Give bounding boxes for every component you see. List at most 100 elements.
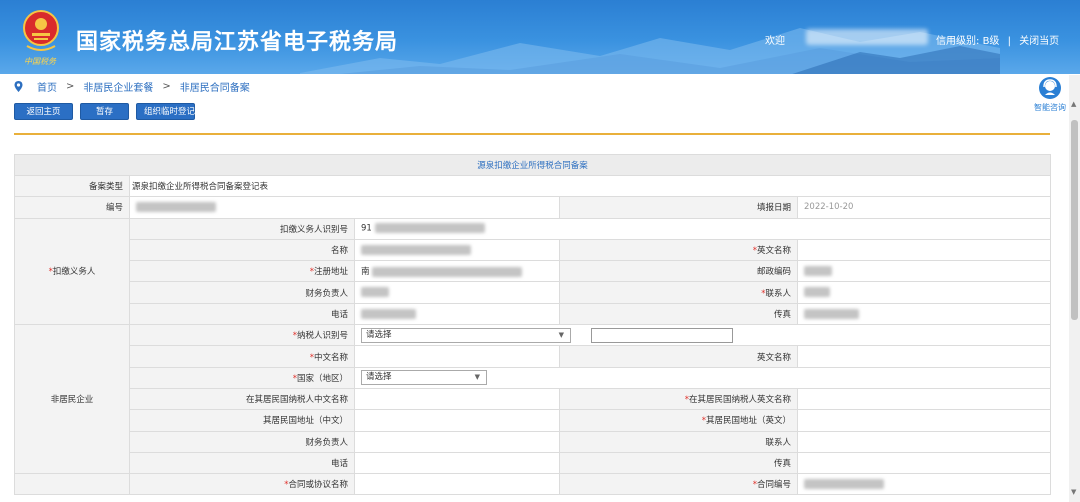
breadcrumb-separator: > bbox=[162, 81, 171, 92]
fill-date-value: 2022-10-20 bbox=[797, 196, 1051, 219]
scroll-up-arrow-icon[interactable]: ▲ bbox=[1071, 100, 1076, 108]
gold-divider bbox=[14, 133, 1050, 135]
home-cn-address-label: 其居民国地址（中文） bbox=[129, 409, 355, 432]
record-type-label: 备案类型 bbox=[14, 174, 130, 198]
nonresident-contact-value[interactable] bbox=[797, 430, 1051, 453]
nonresident-chinese-name-value[interactable] bbox=[354, 345, 560, 368]
withholder-contact-value bbox=[797, 281, 1051, 304]
withholder-name-redacted bbox=[361, 244, 471, 255]
chevron-down-icon: ▼ bbox=[558, 330, 564, 339]
nonresident-fax-value[interactable] bbox=[797, 451, 1051, 475]
withholder-phone-value bbox=[354, 302, 560, 326]
close-page-link[interactable]: 关闭当页 bbox=[1019, 36, 1059, 47]
withholder-reg-address-prefix: 南 bbox=[361, 267, 370, 278]
nonresident-contact-label: 联系人 bbox=[559, 430, 798, 453]
withholder-english-name-value bbox=[797, 238, 1051, 262]
breadcrumb-nonresident-package[interactable]: 非居民企业套餐 bbox=[83, 79, 153, 94]
withholder-postcode-value bbox=[797, 260, 1051, 283]
home-en-name-value[interactable] bbox=[797, 387, 1051, 411]
home-cn-address-value[interactable] bbox=[354, 409, 560, 432]
credit-label: 信用级别: bbox=[936, 36, 980, 47]
nonresident-fax-label: 传真 bbox=[559, 451, 798, 475]
nonresident-taxpayer-id-cell: 请选择 ▼ bbox=[354, 324, 1051, 347]
nonresident-taxpayer-id-label: *纳税人识别号 bbox=[129, 324, 355, 347]
form-title: 源泉扣缴企业所得税合同备案 bbox=[14, 154, 1051, 176]
contract-number-redacted bbox=[804, 479, 884, 490]
withholder-finance-head-label: 财务负责人 bbox=[129, 281, 355, 304]
smart-consult-label: 智能咨询 bbox=[1034, 103, 1066, 112]
withholder-name-label: 名称 bbox=[129, 238, 355, 262]
home-en-address-label: *其居民国地址（英文） bbox=[559, 409, 798, 432]
contract-spacer bbox=[14, 473, 130, 496]
nonresident-phone-value[interactable] bbox=[354, 451, 560, 475]
withholder-reg-address-value: 南 bbox=[354, 260, 560, 283]
number-redacted bbox=[136, 202, 216, 213]
withholder-finance-head-redacted bbox=[361, 287, 389, 298]
toolbar: 返回主页 暂存 组织临时登记 bbox=[14, 103, 195, 120]
withholder-fax-redacted bbox=[804, 308, 859, 319]
nonresident-finance-head-value[interactable] bbox=[354, 430, 560, 453]
contract-name-value[interactable] bbox=[354, 473, 560, 496]
chevron-down-icon: ▼ bbox=[474, 373, 480, 382]
tax-emblem-icon bbox=[23, 10, 59, 51]
breadcrumb: 首页 > 非居民企业套餐 > 非居民合同备案 bbox=[14, 79, 250, 94]
withholder-postcode-redacted bbox=[804, 266, 832, 277]
nonresident-section-label: 非居民企业 bbox=[14, 324, 130, 475]
scroll-down-arrow-icon[interactable]: ▼ bbox=[1071, 488, 1076, 496]
smart-consult-button[interactable]: 智能咨询 bbox=[1030, 75, 1070, 121]
nonresident-finance-head-label: 财务负责人 bbox=[129, 430, 355, 453]
nonresident-country-label: *国家（地区） bbox=[129, 366, 355, 389]
home-cn-name-value[interactable] bbox=[354, 387, 560, 411]
withholder-taxpayer-id-value: 91 bbox=[354, 217, 1051, 240]
withholder-taxpayer-id-label: 扣缴义务人识别号 bbox=[129, 217, 355, 240]
nonresident-english-name-label: 英文名称 bbox=[559, 345, 798, 368]
nonresident-taxpayer-id-select[interactable]: 请选择 ▼ bbox=[361, 327, 571, 343]
nonresident-phone-label: 电话 bbox=[129, 451, 355, 475]
user-name-redacted bbox=[806, 29, 928, 45]
credit-level: 信用级别: B级 | 关闭当页 bbox=[936, 32, 1059, 47]
nonresident-taxpayer-id-input[interactable] bbox=[591, 327, 733, 343]
breadcrumb-home[interactable]: 首页 bbox=[37, 79, 57, 94]
withholder-contact-redacted bbox=[804, 287, 830, 298]
withholder-fax-label: 传真 bbox=[559, 302, 798, 326]
contract-name-label: *合同或协议名称 bbox=[129, 473, 355, 496]
scrollbar-thumb[interactable] bbox=[1071, 120, 1078, 320]
location-pin-icon bbox=[14, 81, 23, 92]
home-en-address-value[interactable] bbox=[797, 409, 1051, 432]
nonresident-country-cell: 请选择 ▼ bbox=[354, 366, 1051, 389]
withholder-taxpayer-id-prefix: 91 bbox=[361, 223, 372, 234]
number-value bbox=[129, 196, 560, 219]
withholder-reg-address-redacted bbox=[372, 266, 523, 277]
save-draft-button[interactable]: 暂存 bbox=[80, 103, 129, 120]
withholder-reg-address-label: *注册地址 bbox=[129, 260, 355, 283]
withholder-phone-redacted bbox=[361, 308, 416, 319]
credit-value: B级 bbox=[982, 36, 1000, 47]
fill-date-label: 填报日期 bbox=[559, 196, 798, 219]
welcome-text: 欢迎 bbox=[765, 36, 785, 47]
mountain-banner-graphic bbox=[300, 28, 1000, 74]
site-title: 国家税务总局江苏省电子税务局 bbox=[76, 30, 399, 55]
withholder-phone-label: 电话 bbox=[129, 302, 355, 326]
breadcrumb-separator: > bbox=[66, 81, 75, 92]
home-cn-name-label: 在其居民国纳税人中文名称 bbox=[129, 387, 355, 411]
contract-number-label: *合同编号 bbox=[559, 473, 798, 496]
withholder-name-value bbox=[354, 238, 560, 262]
withholder-fax-value bbox=[797, 302, 1051, 326]
org-register-button[interactable]: 组织临时登记 bbox=[136, 103, 195, 120]
withholder-contact-label: *联系人 bbox=[559, 281, 798, 304]
nonresident-chinese-name-label: *中文名称 bbox=[129, 345, 355, 368]
withholder-postcode-label: 邮政编码 bbox=[559, 260, 798, 283]
withholder-section-label: *扣缴义务人 bbox=[14, 217, 130, 326]
customer-service-icon bbox=[1039, 77, 1061, 99]
withholder-finance-head-value bbox=[354, 281, 560, 304]
nonresident-english-name-value[interactable] bbox=[797, 345, 1051, 368]
breadcrumb-contract-filing[interactable]: 非居民合同备案 bbox=[180, 79, 250, 94]
withholder-english-name-label: *英文名称 bbox=[559, 238, 798, 262]
back-home-button[interactable]: 返回主页 bbox=[14, 103, 73, 120]
contract-filing-form: 源泉扣缴企业所得税合同备案 备案类型 源泉扣缴企业所得税合同备案登记表 编号 填… bbox=[14, 154, 1051, 496]
country-select[interactable]: 请选择 ▼ bbox=[361, 370, 487, 386]
contract-number-value bbox=[797, 473, 1051, 496]
header-separator: | bbox=[1007, 36, 1011, 47]
withholder-taxpayer-id-redacted bbox=[374, 223, 485, 234]
record-type-value: 源泉扣缴企业所得税合同备案登记表 bbox=[129, 174, 1051, 198]
